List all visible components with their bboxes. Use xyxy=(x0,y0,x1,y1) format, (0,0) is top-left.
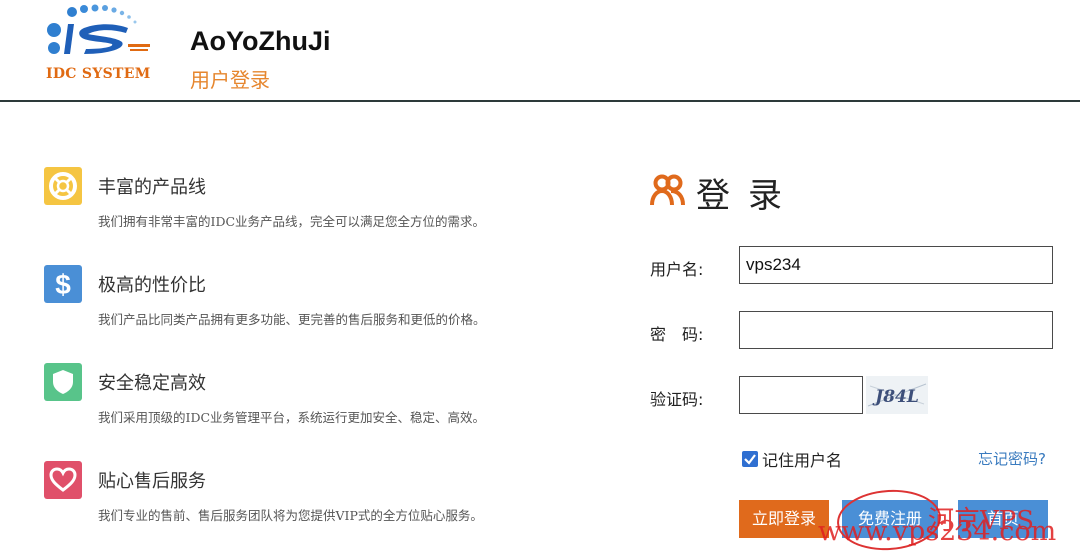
svg-text:$: $ xyxy=(55,269,71,300)
page-header: IDC SYSTEM AoYoZhuJi 用户登录 xyxy=(0,0,1080,102)
heart-icon xyxy=(44,461,82,499)
password-label: 密 码: xyxy=(650,325,704,344)
watermark-line2: www.vps234.com xyxy=(818,516,1057,547)
captcha-label: 验证码: xyxy=(650,390,704,409)
captcha-text: J84L xyxy=(872,387,919,407)
feature-title: 极高的性价比 xyxy=(98,275,206,296)
remember-checkbox[interactable] xyxy=(742,451,758,467)
username-label: 用户名: xyxy=(650,260,704,279)
dollar-icon: $ xyxy=(44,265,82,303)
feature-description: 我们专业的售前、售后服务团队将为您提供VIP式的全方位贴心服务。 xyxy=(98,508,483,523)
lifebuoy-icon xyxy=(44,167,82,205)
user-icon xyxy=(650,172,686,212)
feature-title: 贴心售后服务 xyxy=(98,471,206,492)
feature-description: 我们产品比同类产品拥有更多功能、更完善的售后服务和更低的价格。 xyxy=(98,312,486,327)
page-subtitle: 用户登录 xyxy=(190,68,270,92)
feature-title: 丰富的产品线 xyxy=(98,177,206,198)
remember-label: 记住用户名 xyxy=(762,451,843,470)
forgot-password-link[interactable]: 忘记密码? xyxy=(978,448,1046,469)
shield-icon xyxy=(44,363,82,401)
login-title: 登录 xyxy=(696,176,800,216)
login-button[interactable]: 立即登录 xyxy=(739,500,829,538)
site-title: AoYoZhuJi xyxy=(190,26,331,56)
idc-system-logo[interactable]: IDC SYSTEM xyxy=(40,4,170,92)
remember-username[interactable]: 记住用户名 xyxy=(742,447,842,471)
username-input[interactable] xyxy=(739,246,1053,284)
captcha-image[interactable]: J84L xyxy=(866,376,928,414)
captcha-input[interactable] xyxy=(739,376,863,414)
feature-description: 我们采用顶级的IDC业务管理平台，系统运行更加安全、稳定、高效。 xyxy=(98,410,486,425)
logo-text: IDC SYSTEM xyxy=(46,66,151,82)
feature-description: 我们拥有非常丰富的IDC业务产品线，完全可以满足您全方位的需求。 xyxy=(98,214,486,229)
password-input[interactable] xyxy=(739,311,1053,349)
feature-title: 安全稳定高效 xyxy=(98,373,206,394)
logo-graphic xyxy=(47,4,150,54)
